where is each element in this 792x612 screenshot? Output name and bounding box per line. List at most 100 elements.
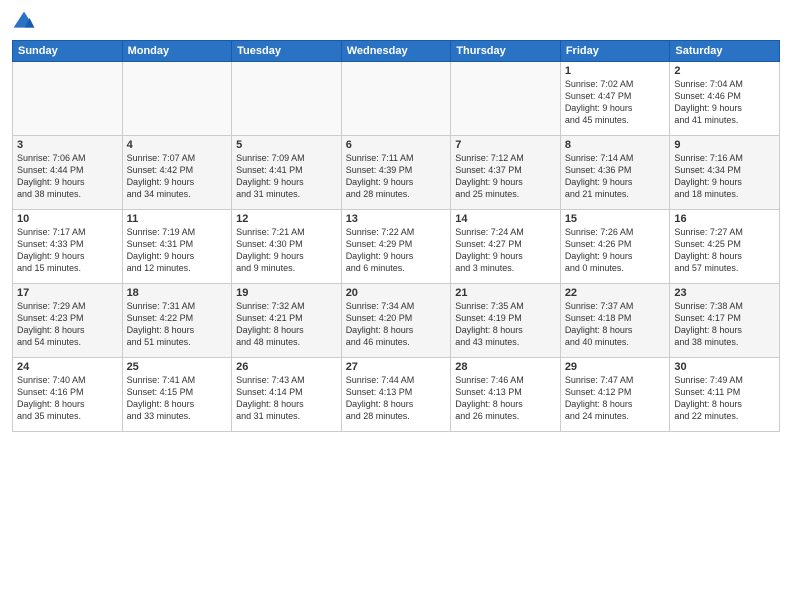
- calendar-week-row: 24Sunrise: 7:40 AM Sunset: 4:16 PM Dayli…: [13, 358, 780, 432]
- calendar-header-row: SundayMondayTuesdayWednesdayThursdayFrid…: [13, 41, 780, 62]
- day-info: Sunrise: 7:31 AM Sunset: 4:22 PM Dayligh…: [127, 300, 228, 349]
- day-info: Sunrise: 7:40 AM Sunset: 4:16 PM Dayligh…: [17, 374, 118, 423]
- day-number: 1: [565, 65, 666, 77]
- calendar-cell: [232, 62, 342, 136]
- logo: [12, 10, 40, 34]
- calendar-day-header: Friday: [560, 41, 670, 62]
- calendar-day-header: Thursday: [451, 41, 561, 62]
- day-number: 26: [236, 361, 337, 373]
- day-info: Sunrise: 7:12 AM Sunset: 4:37 PM Dayligh…: [455, 152, 556, 201]
- day-info: Sunrise: 7:46 AM Sunset: 4:13 PM Dayligh…: [455, 374, 556, 423]
- day-number: 22: [565, 287, 666, 299]
- day-number: 10: [17, 213, 118, 225]
- day-number: 24: [17, 361, 118, 373]
- calendar-cell: 8Sunrise: 7:14 AM Sunset: 4:36 PM Daylig…: [560, 136, 670, 210]
- calendar-cell: 18Sunrise: 7:31 AM Sunset: 4:22 PM Dayli…: [122, 284, 232, 358]
- calendar-cell: 7Sunrise: 7:12 AM Sunset: 4:37 PM Daylig…: [451, 136, 561, 210]
- day-info: Sunrise: 7:27 AM Sunset: 4:25 PM Dayligh…: [674, 226, 775, 275]
- day-number: 9: [674, 139, 775, 151]
- day-info: Sunrise: 7:02 AM Sunset: 4:47 PM Dayligh…: [565, 78, 666, 127]
- day-number: 7: [455, 139, 556, 151]
- calendar-cell: 1Sunrise: 7:02 AM Sunset: 4:47 PM Daylig…: [560, 62, 670, 136]
- day-info: Sunrise: 7:44 AM Sunset: 4:13 PM Dayligh…: [346, 374, 447, 423]
- calendar-day-header: Wednesday: [341, 41, 451, 62]
- calendar-cell: [451, 62, 561, 136]
- calendar-cell: 27Sunrise: 7:44 AM Sunset: 4:13 PM Dayli…: [341, 358, 451, 432]
- calendar-cell: 9Sunrise: 7:16 AM Sunset: 4:34 PM Daylig…: [670, 136, 780, 210]
- day-info: Sunrise: 7:37 AM Sunset: 4:18 PM Dayligh…: [565, 300, 666, 349]
- calendar-cell: 23Sunrise: 7:38 AM Sunset: 4:17 PM Dayli…: [670, 284, 780, 358]
- calendar-week-row: 1Sunrise: 7:02 AM Sunset: 4:47 PM Daylig…: [13, 62, 780, 136]
- day-number: 20: [346, 287, 447, 299]
- logo-icon: [12, 10, 36, 34]
- day-info: Sunrise: 7:47 AM Sunset: 4:12 PM Dayligh…: [565, 374, 666, 423]
- day-info: Sunrise: 7:17 AM Sunset: 4:33 PM Dayligh…: [17, 226, 118, 275]
- calendar-cell: [341, 62, 451, 136]
- day-number: 21: [455, 287, 556, 299]
- day-number: 5: [236, 139, 337, 151]
- day-number: 25: [127, 361, 228, 373]
- calendar-week-row: 17Sunrise: 7:29 AM Sunset: 4:23 PM Dayli…: [13, 284, 780, 358]
- day-number: 12: [236, 213, 337, 225]
- calendar-cell: [13, 62, 123, 136]
- calendar-day-header: Tuesday: [232, 41, 342, 62]
- day-info: Sunrise: 7:24 AM Sunset: 4:27 PM Dayligh…: [455, 226, 556, 275]
- day-number: 2: [674, 65, 775, 77]
- calendar-cell: 5Sunrise: 7:09 AM Sunset: 4:41 PM Daylig…: [232, 136, 342, 210]
- calendar-cell: 12Sunrise: 7:21 AM Sunset: 4:30 PM Dayli…: [232, 210, 342, 284]
- day-info: Sunrise: 7:43 AM Sunset: 4:14 PM Dayligh…: [236, 374, 337, 423]
- day-number: 17: [17, 287, 118, 299]
- day-info: Sunrise: 7:38 AM Sunset: 4:17 PM Dayligh…: [674, 300, 775, 349]
- calendar-week-row: 3Sunrise: 7:06 AM Sunset: 4:44 PM Daylig…: [13, 136, 780, 210]
- calendar-cell: 25Sunrise: 7:41 AM Sunset: 4:15 PM Dayli…: [122, 358, 232, 432]
- calendar-cell: 11Sunrise: 7:19 AM Sunset: 4:31 PM Dayli…: [122, 210, 232, 284]
- calendar-cell: 29Sunrise: 7:47 AM Sunset: 4:12 PM Dayli…: [560, 358, 670, 432]
- calendar-day-header: Sunday: [13, 41, 123, 62]
- day-info: Sunrise: 7:04 AM Sunset: 4:46 PM Dayligh…: [674, 78, 775, 127]
- day-info: Sunrise: 7:41 AM Sunset: 4:15 PM Dayligh…: [127, 374, 228, 423]
- calendar-cell: 28Sunrise: 7:46 AM Sunset: 4:13 PM Dayli…: [451, 358, 561, 432]
- day-number: 29: [565, 361, 666, 373]
- day-number: 23: [674, 287, 775, 299]
- calendar-cell: 16Sunrise: 7:27 AM Sunset: 4:25 PM Dayli…: [670, 210, 780, 284]
- day-info: Sunrise: 7:16 AM Sunset: 4:34 PM Dayligh…: [674, 152, 775, 201]
- day-info: Sunrise: 7:26 AM Sunset: 4:26 PM Dayligh…: [565, 226, 666, 275]
- day-info: Sunrise: 7:49 AM Sunset: 4:11 PM Dayligh…: [674, 374, 775, 423]
- day-info: Sunrise: 7:35 AM Sunset: 4:19 PM Dayligh…: [455, 300, 556, 349]
- page-container: SundayMondayTuesdayWednesdayThursdayFrid…: [0, 0, 792, 438]
- calendar-cell: 3Sunrise: 7:06 AM Sunset: 4:44 PM Daylig…: [13, 136, 123, 210]
- calendar-cell: 2Sunrise: 7:04 AM Sunset: 4:46 PM Daylig…: [670, 62, 780, 136]
- day-number: 15: [565, 213, 666, 225]
- calendar-cell: 30Sunrise: 7:49 AM Sunset: 4:11 PM Dayli…: [670, 358, 780, 432]
- day-info: Sunrise: 7:09 AM Sunset: 4:41 PM Dayligh…: [236, 152, 337, 201]
- day-number: 16: [674, 213, 775, 225]
- calendar-week-row: 10Sunrise: 7:17 AM Sunset: 4:33 PM Dayli…: [13, 210, 780, 284]
- day-info: Sunrise: 7:32 AM Sunset: 4:21 PM Dayligh…: [236, 300, 337, 349]
- day-number: 28: [455, 361, 556, 373]
- day-number: 8: [565, 139, 666, 151]
- calendar-day-header: Saturday: [670, 41, 780, 62]
- day-info: Sunrise: 7:11 AM Sunset: 4:39 PM Dayligh…: [346, 152, 447, 201]
- day-number: 19: [236, 287, 337, 299]
- calendar-cell: 10Sunrise: 7:17 AM Sunset: 4:33 PM Dayli…: [13, 210, 123, 284]
- day-number: 14: [455, 213, 556, 225]
- day-number: 11: [127, 213, 228, 225]
- day-info: Sunrise: 7:22 AM Sunset: 4:29 PM Dayligh…: [346, 226, 447, 275]
- calendar-cell: 26Sunrise: 7:43 AM Sunset: 4:14 PM Dayli…: [232, 358, 342, 432]
- header: [12, 10, 780, 34]
- calendar-day-header: Monday: [122, 41, 232, 62]
- calendar-cell: 19Sunrise: 7:32 AM Sunset: 4:21 PM Dayli…: [232, 284, 342, 358]
- calendar-cell: [122, 62, 232, 136]
- day-number: 18: [127, 287, 228, 299]
- day-number: 3: [17, 139, 118, 151]
- day-number: 30: [674, 361, 775, 373]
- calendar-cell: 6Sunrise: 7:11 AM Sunset: 4:39 PM Daylig…: [341, 136, 451, 210]
- calendar-cell: 21Sunrise: 7:35 AM Sunset: 4:19 PM Dayli…: [451, 284, 561, 358]
- day-number: 4: [127, 139, 228, 151]
- calendar-cell: 4Sunrise: 7:07 AM Sunset: 4:42 PM Daylig…: [122, 136, 232, 210]
- day-info: Sunrise: 7:34 AM Sunset: 4:20 PM Dayligh…: [346, 300, 447, 349]
- calendar-cell: 14Sunrise: 7:24 AM Sunset: 4:27 PM Dayli…: [451, 210, 561, 284]
- day-number: 27: [346, 361, 447, 373]
- calendar-table: SundayMondayTuesdayWednesdayThursdayFrid…: [12, 40, 780, 432]
- day-info: Sunrise: 7:21 AM Sunset: 4:30 PM Dayligh…: [236, 226, 337, 275]
